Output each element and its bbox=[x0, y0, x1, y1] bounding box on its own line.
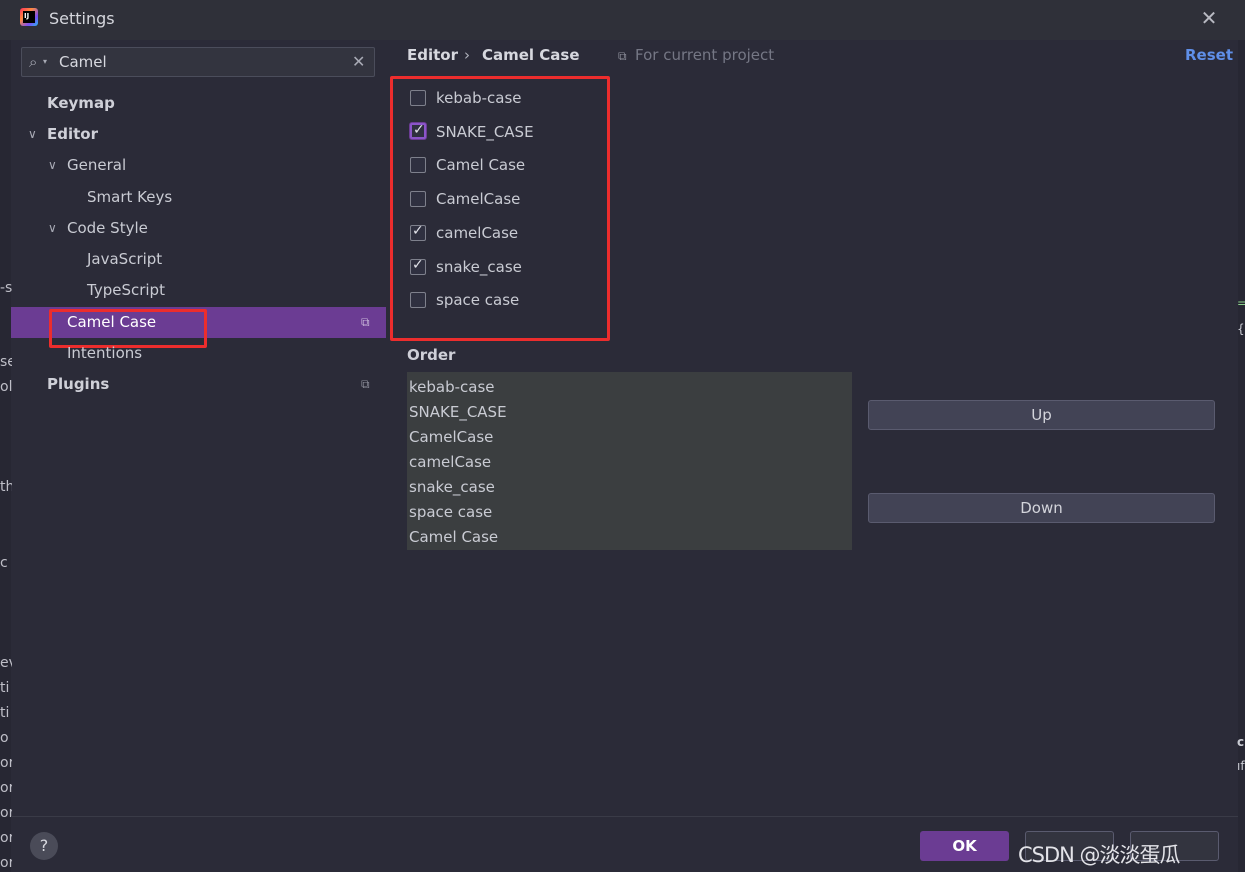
list-item[interactable]: SNAKE_CASE bbox=[409, 403, 507, 421]
checkbox-camel-case[interactable]: ✓ bbox=[410, 223, 426, 241]
list-item[interactable]: snake_case bbox=[409, 478, 495, 496]
editor-fragment: se bbox=[0, 354, 12, 370]
option-label: kebab-case bbox=[436, 89, 522, 107]
option-label: camelCase bbox=[436, 224, 519, 242]
editor-fragment: ti bbox=[0, 680, 10, 696]
help-button[interactable]: ? bbox=[30, 832, 58, 860]
editor-fragment: { bbox=[1237, 322, 1245, 336]
app-logo-icon: IJ bbox=[20, 8, 38, 26]
tree-item-general[interactable]: General bbox=[67, 156, 126, 174]
up-button[interactable]: Up bbox=[868, 400, 1215, 430]
tree-item-keymap[interactable]: Keymap bbox=[47, 94, 115, 112]
list-item[interactable]: kebab-case bbox=[409, 378, 495, 396]
search-value: Camel bbox=[59, 53, 107, 71]
close-icon[interactable]: ✕ bbox=[1198, 8, 1220, 30]
project-scope-icon: ⧉ bbox=[618, 49, 627, 63]
list-item[interactable]: CamelCase bbox=[409, 428, 493, 446]
tree-item-plugins[interactable]: Plugins bbox=[47, 375, 109, 393]
editor-fragment: th bbox=[0, 479, 12, 495]
chevron-down-icon[interactable]: ∨ bbox=[48, 221, 57, 235]
tree-item-smart-keys[interactable]: Smart Keys bbox=[87, 188, 172, 206]
option-label: snake_case bbox=[436, 258, 522, 276]
watermark: CSDN @淡淡蛋瓜 bbox=[1018, 843, 1181, 867]
project-scope-icon: ⧉ bbox=[361, 315, 370, 329]
checkbox-pascal-case[interactable] bbox=[410, 191, 426, 207]
project-scope-icon: ⧉ bbox=[361, 377, 370, 391]
window-title: Settings bbox=[49, 9, 115, 28]
search-icon: ⌕ bbox=[29, 53, 38, 71]
checkbox-snake-case-upper[interactable]: ✓ bbox=[410, 122, 426, 139]
tree-item-javascript[interactable]: JavaScript bbox=[87, 250, 162, 268]
breadcrumb-separator: › bbox=[464, 46, 470, 64]
editor-fragment: = bbox=[1237, 296, 1245, 310]
editor-fragment: or bbox=[0, 855, 12, 871]
editor-fragment: ti bbox=[0, 705, 10, 721]
checkbox-camel-case-spaced[interactable] bbox=[410, 157, 426, 173]
list-item[interactable]: Camel Case bbox=[409, 528, 498, 546]
editor-fragment: -s bbox=[0, 280, 12, 296]
list-item[interactable]: camelCase bbox=[409, 453, 491, 471]
tree-item-typescript[interactable]: TypeScript bbox=[87, 281, 165, 299]
option-label: SNAKE_CASE bbox=[436, 123, 534, 141]
editor-fragment: ıf bbox=[1237, 759, 1245, 773]
chevron-down-icon[interactable]: ∨ bbox=[28, 127, 37, 141]
divider bbox=[11, 816, 1238, 817]
option-label: space case bbox=[436, 291, 520, 309]
breadcrumb-current: Camel Case bbox=[482, 46, 580, 64]
clear-search-icon[interactable]: ✕ bbox=[352, 52, 365, 71]
editor-fragment: ev bbox=[0, 655, 12, 671]
tree-item-intentions[interactable]: Intentions bbox=[67, 344, 142, 362]
check-icon: ✓ bbox=[413, 122, 425, 138]
checkbox-snake-case[interactable]: ✓ bbox=[410, 257, 426, 275]
scope-label: For current project bbox=[635, 46, 775, 64]
editor-fragment: o bbox=[0, 730, 9, 746]
option-label: Camel Case bbox=[436, 156, 526, 174]
order-title: Order bbox=[407, 346, 456, 364]
editor-fragment: or bbox=[0, 805, 12, 821]
reset-link[interactable]: Reset bbox=[1185, 46, 1233, 64]
highlight-box bbox=[49, 309, 207, 348]
down-button[interactable]: Down bbox=[868, 493, 1215, 523]
tree-item-code-style[interactable]: Code Style bbox=[67, 219, 148, 237]
editor-fragment: c bbox=[0, 555, 8, 571]
editor-fragment: ol bbox=[0, 379, 12, 395]
option-label: CamelCase bbox=[436, 190, 521, 208]
breadcrumb-parent[interactable]: Editor bbox=[407, 46, 458, 64]
ok-button[interactable]: OK bbox=[920, 831, 1009, 861]
list-item[interactable]: space case bbox=[409, 503, 492, 521]
check-icon: ✓ bbox=[412, 257, 424, 273]
editor-fragment: c bbox=[1237, 735, 1245, 749]
checkbox-space-case[interactable] bbox=[410, 292, 426, 308]
editor-fragment: or bbox=[0, 780, 12, 796]
tree-item-editor[interactable]: Editor bbox=[47, 125, 98, 143]
check-icon: ✓ bbox=[412, 223, 424, 239]
editor-fragment: or bbox=[0, 830, 12, 846]
left-editor-gutter bbox=[0, 40, 11, 872]
checkbox-kebab-case[interactable] bbox=[410, 90, 426, 106]
title-bar bbox=[0, 0, 1245, 40]
chevron-down-icon[interactable]: ∨ bbox=[48, 158, 57, 172]
editor-fragment: or bbox=[0, 755, 12, 771]
search-input[interactable]: ⌕ ▾ Camel ✕ bbox=[21, 47, 375, 77]
search-options-icon[interactable]: ▾ bbox=[43, 57, 47, 66]
